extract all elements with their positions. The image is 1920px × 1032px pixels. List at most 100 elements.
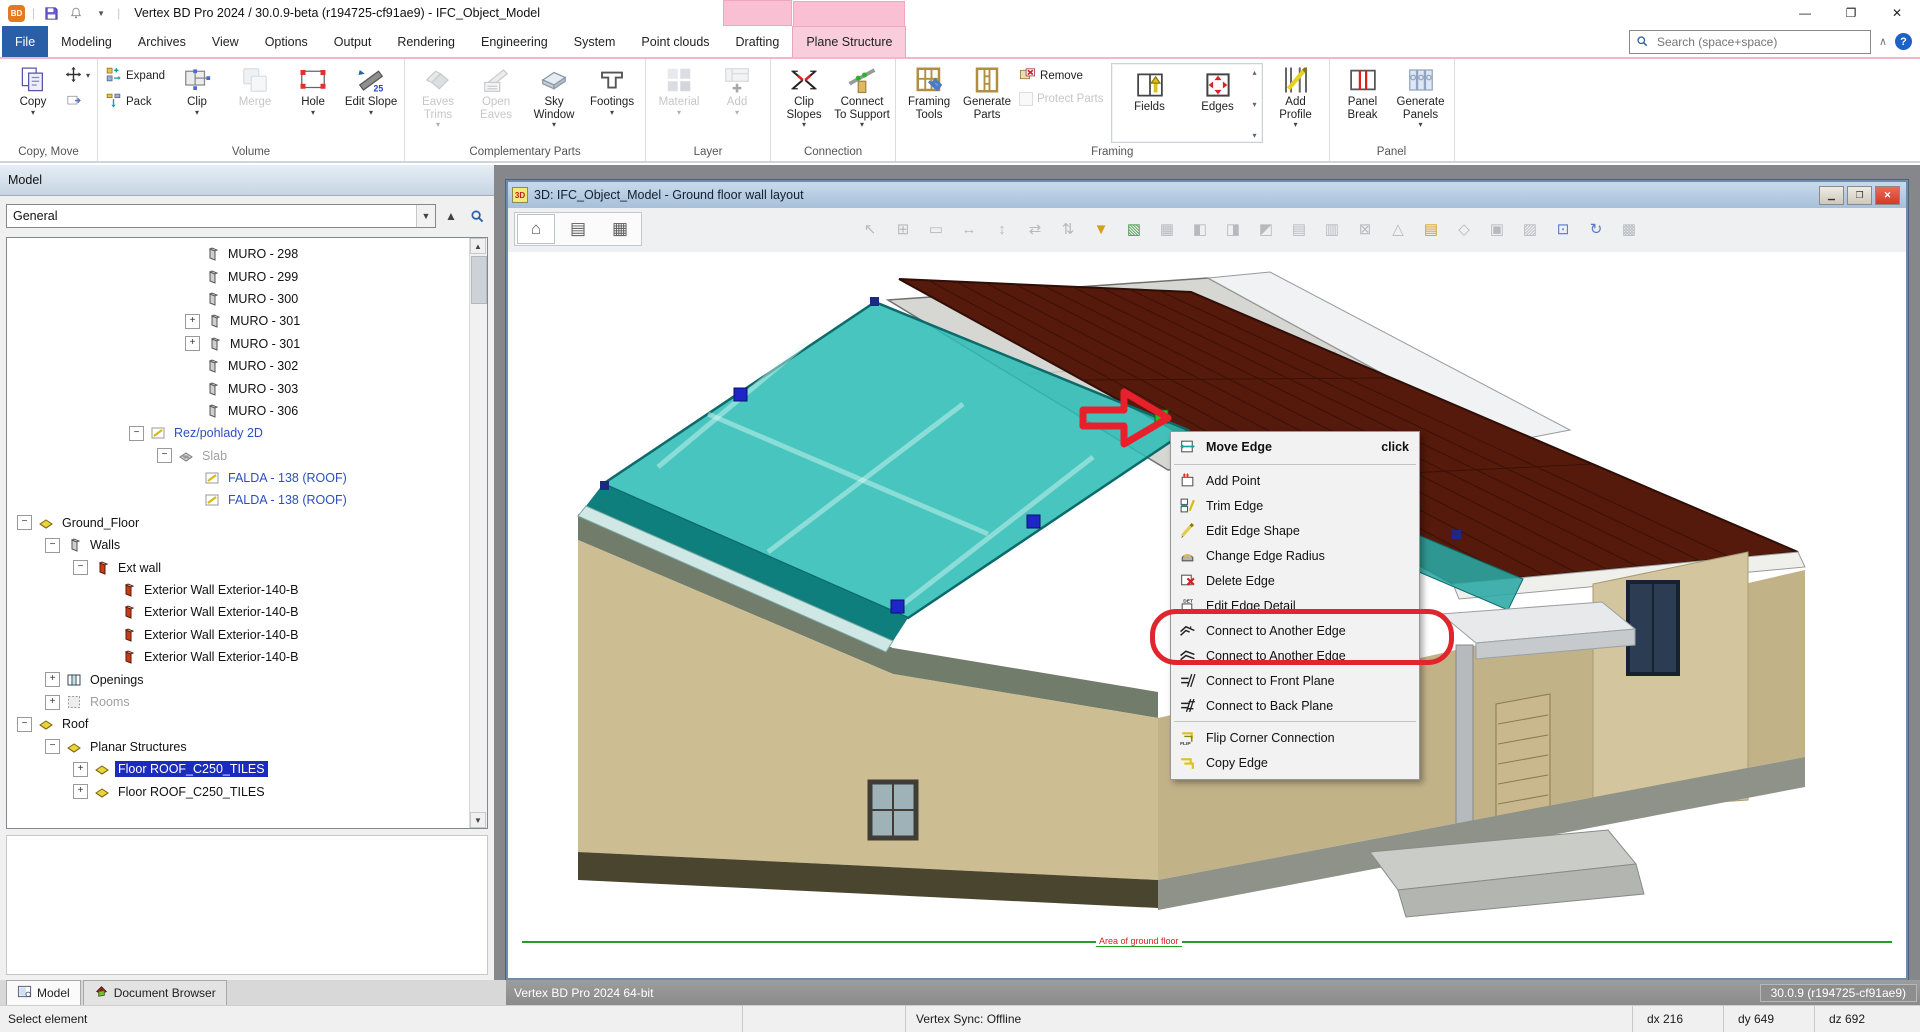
menu-item-change-edge-radius[interactable]: Change Edge Radius: [1171, 543, 1419, 568]
ribbon-button-pack[interactable]: Pack: [105, 92, 165, 112]
menu-tab-drafting[interactable]: Drafting: [723, 26, 793, 57]
tree-item[interactable]: +Openings: [7, 668, 487, 690]
save-icon[interactable]: [42, 4, 60, 22]
viewport-titlebar[interactable]: 3D 3D: IFC_Object_Model - Ground floor w…: [508, 182, 1906, 208]
tree-item[interactable]: −Ground_Floor: [7, 512, 487, 534]
collapse-toggle-icon[interactable]: −: [129, 426, 144, 441]
home-view-icon[interactable]: ⌂: [517, 214, 555, 244]
tree-item[interactable]: −Walls: [7, 534, 487, 556]
minimize-button[interactable]: —: [1782, 1, 1828, 26]
tree-filter-combobox[interactable]: General ▼: [6, 204, 436, 228]
scroll-down-icon[interactable]: ▼: [470, 812, 486, 828]
tree-item[interactable]: +MURO - 301: [7, 310, 487, 332]
menu-tab-plane-structure[interactable]: Plane Structure: [792, 26, 906, 57]
ribbon-button-sky-window[interactable]: Sky Window▾: [525, 61, 583, 138]
panel-tab-document-browser[interactable]: Document Browser: [83, 980, 227, 1005]
menu-tab-output[interactable]: Output: [321, 26, 385, 57]
collapse-toggle-icon[interactable]: −: [17, 717, 32, 732]
ribbon-button-fields[interactable]: Fields: [1116, 66, 1184, 143]
ribbon-button-paste[interactable]: [65, 92, 90, 112]
tree-item[interactable]: MURO - 306: [7, 400, 487, 422]
ribbon-button-move[interactable]: ▾: [65, 66, 90, 86]
menu-tab-modeling[interactable]: Modeling: [48, 26, 125, 57]
viewport-close-button[interactable]: ✕: [1875, 186, 1900, 205]
ribbon-button-clip-slopes[interactable]: Clip Slopes▾: [775, 61, 833, 138]
tree-item[interactable]: MURO - 298: [7, 243, 487, 265]
expand-toggle-icon[interactable]: +: [185, 336, 200, 351]
tree-item[interactable]: −Ext wall: [7, 556, 487, 578]
search-box[interactable]: [1629, 30, 1871, 54]
menu-item-delete-edge[interactable]: Delete Edge: [1171, 568, 1419, 593]
scroll-arrow-icon[interactable]: ▴: [1253, 68, 1257, 77]
collapse-toggle-icon[interactable]: −: [157, 448, 172, 463]
ribbon-button-edit-slope[interactable]: 25Edit Slope▾: [342, 61, 400, 138]
tree-item[interactable]: −Rez/pohlady 2D: [7, 422, 487, 444]
ribbon-button-connect-to-support[interactable]: Connect To Support▾: [833, 61, 891, 138]
ribbon-button-panel-break[interactable]: Panel Break: [1334, 61, 1392, 138]
ribbon-button-add-profile[interactable]: Add Profile▾: [1267, 61, 1325, 138]
tree-item[interactable]: MURO - 302: [7, 355, 487, 377]
scroll-up-icon[interactable]: ▲: [470, 238, 486, 254]
ribbon-button-generate-parts[interactable]: Generate Parts: [958, 61, 1016, 138]
collapse-toggle-icon[interactable]: −: [17, 515, 32, 530]
tree-item[interactable]: +Rooms: [7, 691, 487, 713]
collapse-toggle-icon[interactable]: −: [73, 560, 88, 575]
tree-item[interactable]: −Slab: [7, 445, 487, 467]
viewport-restore-button[interactable]: ❐: [1847, 186, 1872, 205]
menu-item-connect-to-back-plane[interactable]: Connect to Back Plane: [1171, 693, 1419, 718]
close-button[interactable]: ✕: [1874, 1, 1920, 26]
ribbon-button-clip[interactable]: Clip▾: [168, 61, 226, 138]
menu-tab-file[interactable]: File: [2, 26, 48, 57]
edge-midpoint-handle[interactable]: [734, 388, 747, 401]
help-icon[interactable]: ?: [1895, 33, 1912, 50]
menu-item-connect-to-another-edge[interactable]: Connect to Another Edge: [1171, 618, 1419, 643]
tree-item[interactable]: −Planar Structures: [7, 736, 487, 758]
ribbon-button-hole[interactable]: Hole▾: [284, 61, 342, 138]
scroll-arrow-icon[interactable]: ▾: [1253, 100, 1257, 109]
expand-toggle-icon[interactable]: +: [185, 314, 200, 329]
collapse-toggle-icon[interactable]: −: [45, 538, 60, 553]
expand-toggle-icon[interactable]: +: [45, 695, 60, 710]
menu-item-copy-edge[interactable]: Copy Edge: [1171, 750, 1419, 775]
ribbon-button-remove[interactable]: Remove: [1019, 66, 1103, 86]
ribbon-button-edges[interactable]: Edges: [1184, 66, 1252, 143]
menu-tab-system[interactable]: System: [561, 26, 629, 57]
menu-tab-engineering[interactable]: Engineering: [468, 26, 561, 57]
tree-item[interactable]: +MURO - 301: [7, 333, 487, 355]
ribbon-button-footings[interactable]: Footings▾: [583, 61, 641, 138]
menu-tab-point-clouds[interactable]: Point clouds: [628, 26, 722, 57]
menu-tab-rendering[interactable]: Rendering: [384, 26, 468, 57]
menu-tab-view[interactable]: View: [199, 26, 252, 57]
corner-point-handle[interactable]: [1452, 530, 1461, 539]
tree-search-button[interactable]: [466, 204, 488, 228]
panel-scroll-buttons[interactable]: ▴▾▾: [1252, 66, 1258, 142]
restore-button[interactable]: ❐: [1828, 1, 1874, 26]
edge-midpoint-handle[interactable]: [1027, 515, 1040, 528]
chevron-down-icon[interactable]: ▼: [416, 205, 435, 227]
menu-item-edit-edge-detail[interactable]: DETEdit Edge Detail: [1171, 593, 1419, 618]
tree-item[interactable]: MURO - 303: [7, 377, 487, 399]
app-logo-icon[interactable]: BD: [8, 5, 25, 22]
menu-item-edit-edge-shape[interactable]: Edit Edge Shape: [1171, 518, 1419, 543]
notifications-bell-icon[interactable]: [67, 4, 85, 22]
tree-item[interactable]: −Roof: [7, 713, 487, 735]
ribbon-button-copy[interactable]: Copy▾: [4, 61, 62, 138]
menu-tab-options[interactable]: Options: [252, 26, 321, 57]
tree-item[interactable]: Exterior Wall Exterior-140-B: [7, 579, 487, 601]
panel-tab-model[interactable]: Model: [6, 980, 81, 1005]
ribbon-button-framing-tools[interactable]: Framing Tools: [900, 61, 958, 138]
collapse-toggle-icon[interactable]: −: [45, 739, 60, 754]
plan-view-icon[interactable]: ▤: [559, 214, 597, 244]
tree-item[interactable]: +Floor ROOF_C250_TILES: [7, 758, 487, 780]
menu-item-trim-edge[interactable]: Trim Edge: [1171, 493, 1419, 518]
tree-item[interactable]: +Floor ROOF_C250_TILES: [7, 780, 487, 802]
tree-item[interactable]: Exterior Wall Exterior-140-B: [7, 624, 487, 646]
edge-midpoint-handle[interactable]: [891, 600, 904, 613]
tree-scrollbar[interactable]: ▲ ▼: [469, 238, 487, 828]
menu-tab-archives[interactable]: Archives: [125, 26, 199, 57]
menu-item-connect-to-front-plane[interactable]: Connect to Front Plane: [1171, 668, 1419, 693]
tree-item[interactable]: MURO - 299: [7, 265, 487, 287]
menu-item-connect-to-another-edge[interactable]: Connect to Another Edge: [1171, 643, 1419, 668]
menu-item-add-point[interactable]: Add Point: [1171, 468, 1419, 493]
customize-toolbar-caret-icon[interactable]: ▼: [92, 4, 110, 22]
